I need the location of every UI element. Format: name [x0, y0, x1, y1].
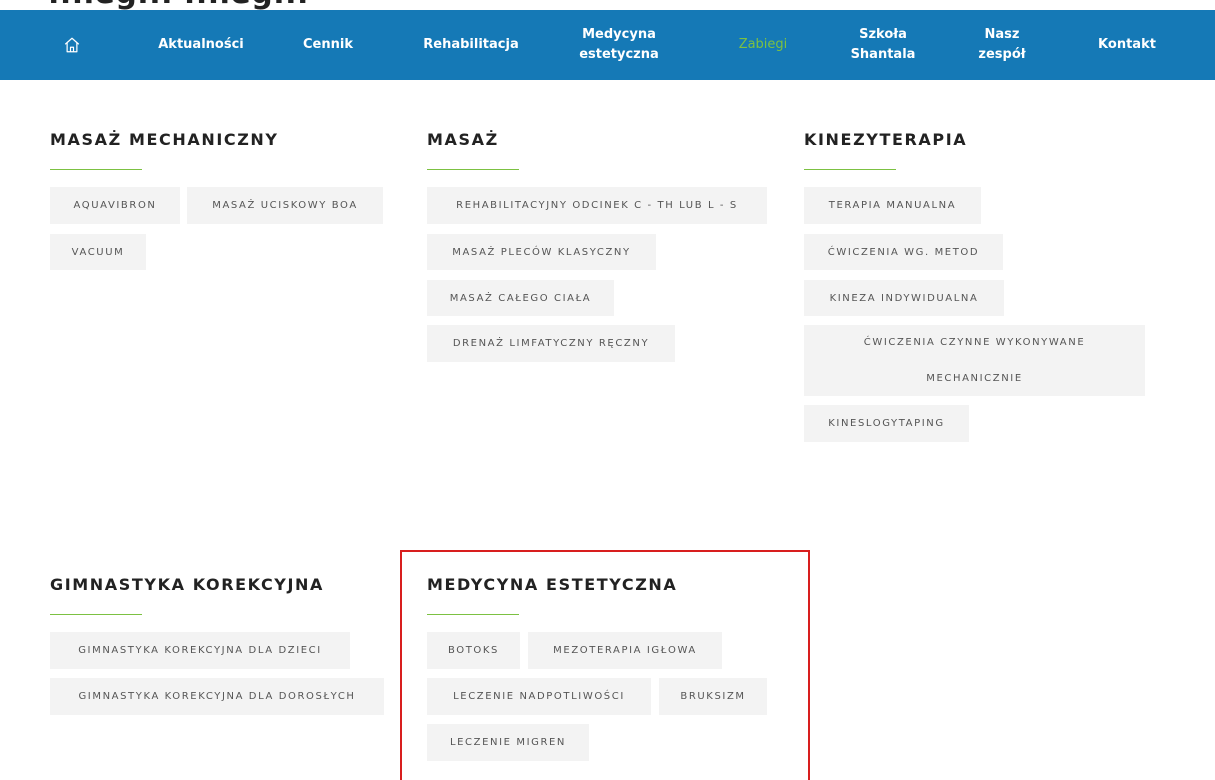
tag-rehabilitacyjny-odcinek[interactable]: REHABILITACYJNY ODCINEK C - TH LUB L - S — [427, 187, 767, 224]
section-underline — [427, 614, 519, 615]
section-title: MEDYCYNA ESTETYCZNA — [427, 575, 678, 594]
nav-zabiegi[interactable]: Zabiegi — [718, 10, 808, 80]
main-navigation: Aktualności Cennik Rehabilitacja Medycyn… — [0, 10, 1215, 80]
tag-cwiczenia-wg-metod[interactable]: ĆWICZENIA WG. METOD — [804, 234, 1003, 270]
tag-mezoterapia-iglowa[interactable]: MEZOTERAPIA IGŁOWA — [528, 632, 722, 669]
section-title: KINEZYTERAPIA — [804, 130, 968, 149]
tag-bruksizm[interactable]: BRUKSIZM — [659, 678, 767, 715]
tag-masaz-plecow-klasyczny[interactable]: MASAŻ PLECÓW KLASYCZNY — [427, 234, 656, 270]
tag-masaz-calego-ciala[interactable]: MASAŻ CAŁEGO CIAŁA — [427, 280, 614, 316]
section-title: MASAŻ MECHANICZNY — [50, 130, 279, 149]
nav-kontakt[interactable]: Kontakt — [1082, 10, 1172, 80]
nav-rehabilitacja[interactable]: Rehabilitacja — [412, 10, 530, 80]
tag-cwiczenia-czynne-mechanicznie[interactable]: ĆWICZENIA CZYNNE WYKONYWANE MECHANICZNIE — [804, 325, 1145, 396]
tag-vacuum[interactable]: VACUUM — [50, 234, 146, 270]
section-underline — [427, 169, 519, 170]
tag-kineza-indywidualna[interactable]: KINEZA INDYWIDUALNA — [804, 280, 1004, 316]
home-icon — [64, 37, 80, 53]
nav-nasz-zespol[interactable]: Nasz zespół — [962, 10, 1042, 80]
nav-home[interactable] — [52, 10, 92, 80]
tag-line: MECHANICZNIE — [926, 372, 1023, 384]
section-title: GIMNASTYKA KOREKCYJNA — [50, 575, 325, 594]
section-underline — [804, 169, 896, 170]
nav-szkola-shantala[interactable]: Szkoła Shantala — [838, 10, 928, 80]
nav-cennik[interactable]: Cennik — [288, 10, 368, 80]
tag-leczenie-migren[interactable]: LECZENIE MIGREN — [427, 724, 589, 761]
nav-medycyna-estetyczna[interactable]: Medycyna estetyczna — [564, 10, 674, 80]
section-underline — [50, 614, 142, 615]
section-underline — [50, 169, 142, 170]
tag-masaz-uciskowy-boa[interactable]: MASAŻ UCISKOWY BOA — [187, 187, 383, 224]
tag-botoks[interactable]: BOTOKS — [427, 632, 520, 669]
tag-leczenie-nadpotliwosci[interactable]: LECZENIE NADPOTLIWOŚCI — [427, 678, 651, 715]
tag-kineslogytaping[interactable]: KINESLOGYTAPING — [804, 405, 969, 442]
tag-line: ĆWICZENIA CZYNNE WYKONYWANE — [863, 336, 1086, 348]
tag-gimnastyka-dzieci[interactable]: GIMNASTYKA KOREKCYJNA DLA DZIECI — [50, 632, 350, 669]
section-title: MASAŻ — [427, 130, 499, 149]
tag-drenaz-limfatyczny[interactable]: DRENAŻ LIMFATYCZNY RĘCZNY — [427, 325, 675, 362]
tag-terapia-manualna[interactable]: TERAPIA MANUALNA — [804, 187, 981, 224]
tag-aquavibron[interactable]: AQUAVIBRON — [50, 187, 180, 224]
partial-page-heading: ...ieg... ...ieg... — [0, 0, 1215, 10]
tag-gimnastyka-doroslych[interactable]: GIMNASTYKA KOREKCYJNA DLA DOROSŁYCH — [50, 678, 384, 715]
nav-aktualnosci[interactable]: Aktualności — [146, 10, 256, 80]
